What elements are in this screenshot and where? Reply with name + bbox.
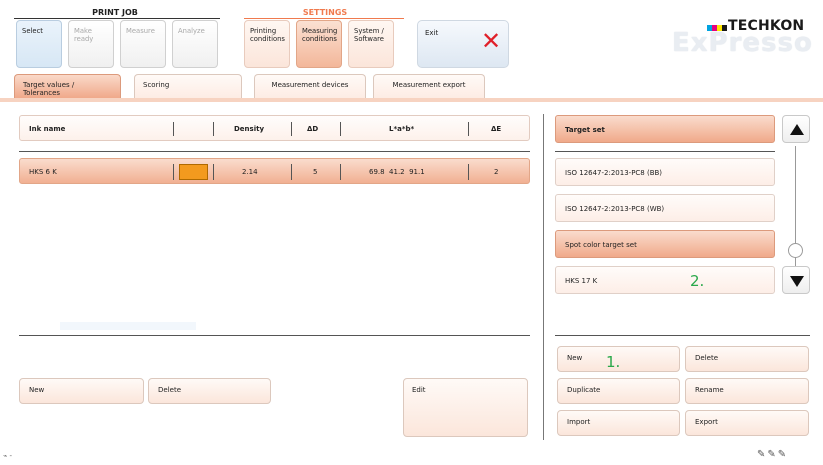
delta-e-header: ΔE	[491, 125, 502, 133]
density-cell: 2.14	[242, 168, 258, 176]
ink-color-swatch	[179, 164, 208, 180]
exit-label: Exit	[425, 29, 439, 37]
ink-name-cell: HKS 6 K	[29, 168, 57, 176]
column-divider	[173, 122, 174, 136]
printing-conditions-button[interactable]: Printing conditions	[244, 20, 290, 68]
ink-table-header: Ink name Density ΔD L*a*b* ΔE	[19, 115, 530, 141]
lab-header: L*a*b*	[389, 125, 415, 133]
settings-title: SETTINGS	[302, 8, 348, 17]
target-set-item-hks17k[interactable]: HKS 17 K	[555, 266, 775, 294]
delta-d-cell: 5	[313, 168, 318, 176]
tab-measurement-export[interactable]: Measurement export	[373, 74, 485, 98]
column-divider	[213, 122, 214, 136]
select-button[interactable]: Select	[16, 20, 62, 68]
column-divider	[468, 122, 469, 136]
tab-target-values[interactable]: Target values / Tolerances	[14, 74, 121, 98]
column-divider	[468, 164, 469, 180]
settings-divider	[244, 18, 404, 19]
edit-ink-button[interactable]: Edit	[403, 378, 528, 437]
delete-target-set-button[interactable]: Delete	[685, 346, 809, 372]
panel-divider	[543, 114, 544, 440]
target-set-item-bb[interactable]: ISO 12647-2:2013-PC8 (BB)	[555, 158, 775, 186]
print-job-divider	[14, 18, 220, 19]
exit-button[interactable]: Exit ✕	[417, 20, 509, 68]
arrow-down-icon	[790, 276, 804, 287]
scroll-down-button[interactable]	[782, 266, 810, 294]
system-software-label-1: System /	[354, 27, 384, 35]
measure-label: Measure	[126, 27, 155, 35]
annotation-1: 1.	[606, 353, 621, 371]
faint-highlight	[60, 322, 196, 330]
analyze-button[interactable]: Analyze	[172, 20, 218, 68]
import-button[interactable]: Import	[557, 410, 680, 436]
bottom-divider	[19, 335, 530, 336]
column-divider	[173, 164, 174, 180]
measure-button[interactable]: Measure	[120, 20, 166, 68]
expresso-logo: ExPresso	[672, 28, 813, 58]
export-button[interactable]: Export	[685, 410, 809, 436]
target-set-item-wb[interactable]: ISO 12647-2:2013-PC8 (WB)	[555, 194, 775, 222]
make-ready-button[interactable]: Make ready	[68, 20, 114, 68]
make-ready-label: Make ready	[74, 27, 94, 43]
duplicate-button[interactable]: Duplicate	[557, 378, 680, 404]
measuring-conditions-label-1: Measuring	[302, 27, 338, 35]
device-tools-icon: ✎✎✎	[757, 449, 789, 460]
printing-conditions-label-1: Printing	[250, 27, 277, 35]
delete-ink-button[interactable]: Delete	[148, 378, 271, 404]
delta-e-cell: 2	[494, 168, 499, 176]
target-set-header: Target set	[555, 115, 775, 143]
tab-bar-strip	[0, 98, 823, 102]
system-software-label-2: Software	[354, 35, 384, 43]
ink-name-header: Ink name	[29, 125, 66, 133]
status-indicator-icon: ⌁ -	[3, 452, 12, 460]
table-row[interactable]: HKS 6 K 2.14 5 69.8 41.2 91.1 2	[19, 158, 530, 184]
print-job-title: PRINT JOB	[92, 8, 138, 17]
column-divider	[291, 164, 292, 180]
annotation-2: 2.	[690, 272, 705, 290]
right-bottom-divider	[555, 335, 810, 336]
tab-measurement-devices[interactable]: Measurement devices	[254, 74, 366, 98]
lab-cell: 69.8 41.2 91.1	[369, 168, 425, 176]
new-ink-button[interactable]: New	[19, 378, 144, 404]
analyze-label: Analyze	[178, 27, 205, 35]
measuring-conditions-label-2: conditions	[302, 35, 337, 43]
close-icon: ✕	[481, 27, 502, 55]
rename-button[interactable]: Rename	[685, 378, 809, 404]
delta-d-header: ΔD	[307, 125, 319, 133]
target-set-item-spot[interactable]: Spot color target set	[555, 230, 775, 258]
printing-conditions-label-2: conditions	[250, 35, 285, 43]
header-divider	[19, 151, 530, 152]
tab-scoring[interactable]: Scoring	[134, 74, 242, 98]
column-divider	[291, 122, 292, 136]
arrow-up-icon	[790, 124, 804, 135]
system-software-button[interactable]: System / Software	[348, 20, 394, 68]
column-divider	[340, 122, 341, 136]
scroll-thumb[interactable]	[788, 243, 803, 258]
select-label: Select	[22, 27, 43, 35]
measuring-conditions-button[interactable]: Measuring conditions	[296, 20, 342, 68]
column-divider	[213, 164, 214, 180]
scroll-up-button[interactable]	[782, 115, 810, 143]
column-divider	[340, 164, 341, 180]
target-set-divider	[555, 151, 775, 152]
density-header: Density	[234, 125, 265, 133]
